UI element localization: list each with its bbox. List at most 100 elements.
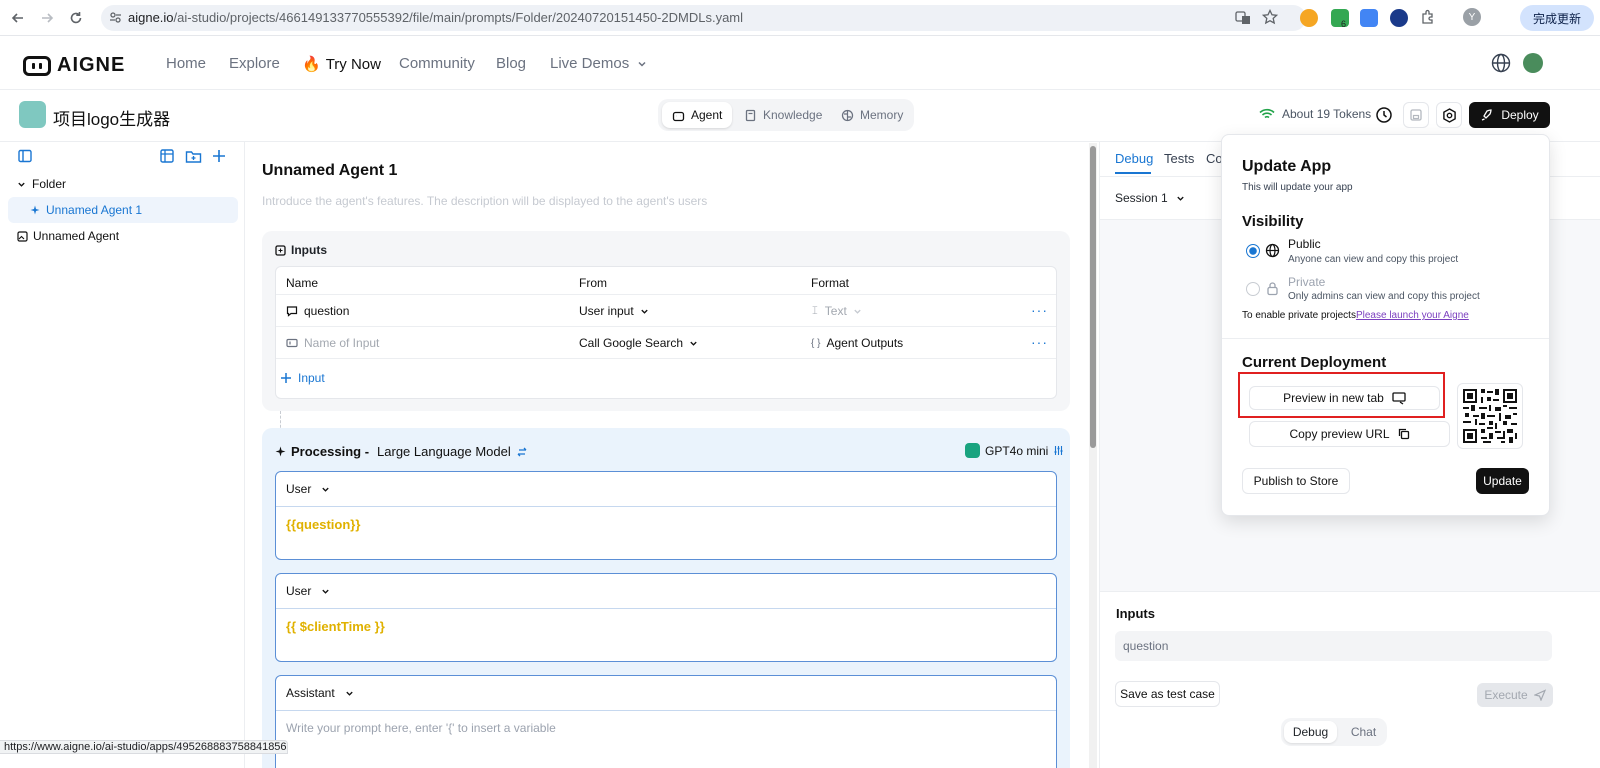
message-role-select[interactable]: User: [276, 574, 1056, 609]
tab-tests[interactable]: Tests: [1164, 151, 1194, 166]
nav-try-now[interactable]: 🔥 Try Now: [302, 55, 381, 74]
input-name-field[interactable]: Name of Input: [286, 336, 379, 350]
message-role-select[interactable]: Assistant: [276, 676, 1056, 711]
save-test-case-button[interactable]: Save as test case: [1115, 681, 1220, 707]
session-label: Session 1: [1115, 191, 1168, 205]
input-from-select[interactable]: Call Google Search: [579, 336, 698, 350]
message-input[interactable]: Write your prompt here, enter '{' to ins…: [276, 711, 1056, 745]
nav-try-now-label: Try Now: [325, 55, 381, 73]
toggle-debug[interactable]: Debug: [1284, 721, 1337, 743]
agent-title[interactable]: Unnamed Agent 1: [262, 162, 397, 180]
tab-knowledge[interactable]: Knowledge: [734, 102, 832, 128]
column-header-format: Format: [811, 276, 850, 290]
session-select[interactable]: Session 1: [1115, 191, 1185, 205]
input-from-select[interactable]: User input: [579, 304, 649, 318]
more-options-icon[interactable]: ···: [1031, 334, 1048, 350]
fox-extension-icon[interactable]: [1300, 9, 1318, 27]
private-label[interactable]: Private: [1288, 275, 1325, 289]
tab-knowledge-label: Knowledge: [763, 108, 823, 122]
profile-avatar[interactable]: Y: [1463, 8, 1481, 26]
check-extension-icon[interactable]: [1390, 9, 1408, 27]
reload-icon[interactable]: [66, 8, 86, 28]
message-content[interactable]: {{question}}: [276, 507, 1056, 542]
history-button[interactable]: [1371, 102, 1397, 128]
puzzle-icon[interactable]: [1420, 9, 1436, 25]
new-table-icon[interactable]: [159, 148, 177, 166]
public-label[interactable]: Public: [1288, 237, 1321, 251]
tree-item-unnamed-agent-1[interactable]: Unnamed Agent 1: [30, 197, 142, 223]
launch-aigne-link[interactable]: Please launch your Aigne: [1356, 310, 1469, 321]
message-role-select[interactable]: User: [276, 472, 1056, 507]
tree-item-unnamed-agent[interactable]: Unnamed Agent: [17, 223, 119, 249]
input-name-question[interactable]: question: [286, 304, 349, 318]
settings-button[interactable]: [1436, 102, 1462, 128]
nav-home[interactable]: Home: [166, 55, 206, 72]
save-button[interactable]: [1403, 102, 1429, 128]
bookmark-star-icon[interactable]: [1262, 9, 1278, 25]
browser-update-button[interactable]: 完成更新: [1520, 5, 1594, 31]
visibility-private-radio[interactable]: [1246, 282, 1260, 296]
new-folder-icon[interactable]: [185, 148, 203, 166]
sidebar-toggle-icon[interactable]: [17, 148, 35, 166]
private-note: To enable private projectsPlease launch …: [1242, 310, 1469, 321]
publish-to-store-button[interactable]: Publish to Store: [1242, 468, 1350, 494]
model-selector[interactable]: GPT4o mini: [965, 443, 1064, 458]
openai-icon: [965, 443, 980, 458]
message-role-label: User: [286, 482, 312, 496]
swap-icon[interactable]: [516, 446, 528, 458]
chat-bubble-icon: [286, 306, 298, 317]
visibility-public-radio[interactable]: [1246, 244, 1260, 258]
gear-icon: [1442, 107, 1456, 123]
more-options-icon[interactable]: ···: [1031, 302, 1048, 318]
add-input-button[interactable]: Input: [280, 371, 325, 385]
extension-badge: 6: [1341, 19, 1347, 29]
back-arrow-icon[interactable]: [8, 8, 28, 28]
add-icon[interactable]: [211, 148, 229, 166]
nav-community[interactable]: Community: [399, 55, 475, 72]
tab-agent[interactable]: Agent: [662, 102, 733, 128]
processing-type[interactable]: Large Language Model: [377, 444, 511, 459]
agent-description-input[interactable]: Introduce the agent's features. The desc…: [262, 194, 707, 208]
chevron-down-icon: [18, 182, 25, 187]
input-format-select[interactable]: 𝙸 Text: [811, 304, 862, 318]
extension-icon[interactable]: [1331, 9, 1349, 27]
globe-icon[interactable]: [1491, 53, 1511, 73]
aigne-logo[interactable]: AIGNE: [23, 54, 125, 77]
history-icon: [1376, 107, 1392, 123]
editor-scrollbar-thumb[interactable]: [1090, 146, 1096, 448]
input-format-value: { } Agent Outputs: [811, 336, 903, 350]
message-role-label: User: [286, 584, 312, 598]
tab-debug[interactable]: Debug: [1115, 151, 1153, 166]
message-content[interactable]: {{ $clientTime }}: [276, 609, 1056, 644]
tab-memory[interactable]: Memory: [831, 102, 913, 128]
deploy-button[interactable]: Deploy: [1469, 102, 1550, 128]
tree-folder[interactable]: Folder: [17, 171, 66, 197]
prompt-message: User {{question}}: [275, 471, 1057, 560]
deploy-label: Deploy: [1501, 108, 1539, 122]
token-count-label: About 19 Tokens: [1282, 107, 1372, 121]
input-name-placeholder: Name of Input: [304, 336, 380, 350]
site-settings-icon[interactable]: [109, 11, 122, 24]
window-extension-icon[interactable]: [1360, 9, 1378, 27]
nav-blog[interactable]: Blog: [496, 55, 526, 72]
lock-icon: [1265, 281, 1280, 296]
chevron-down-icon: [346, 691, 353, 696]
nav-explore[interactable]: Explore: [229, 55, 280, 72]
prompt-message: User {{ $clientTime }}: [275, 573, 1057, 662]
copy-preview-url-button[interactable]: Copy preview URL: [1249, 421, 1450, 447]
input-from-label: Call Google Search: [579, 336, 684, 350]
translate-icon[interactable]: [1235, 10, 1251, 26]
url-path: /ai-studio/projects/466149133770555392/f…: [173, 10, 744, 25]
question-input[interactable]: question: [1115, 631, 1552, 661]
tree-item-label: Unnamed Agent: [33, 229, 120, 243]
popup-divider: [1222, 338, 1549, 339]
execute-button[interactable]: Execute: [1477, 683, 1553, 707]
user-avatar[interactable]: [1523, 53, 1543, 73]
nav-live-demos[interactable]: Live Demos: [550, 55, 647, 72]
sparkles-icon: [275, 446, 286, 457]
globe-icon: [1265, 243, 1280, 258]
plus-icon: [281, 373, 291, 383]
forward-arrow-icon[interactable]: [37, 8, 57, 28]
toggle-chat[interactable]: Chat: [1340, 721, 1387, 743]
update-button[interactable]: Update: [1476, 468, 1529, 494]
